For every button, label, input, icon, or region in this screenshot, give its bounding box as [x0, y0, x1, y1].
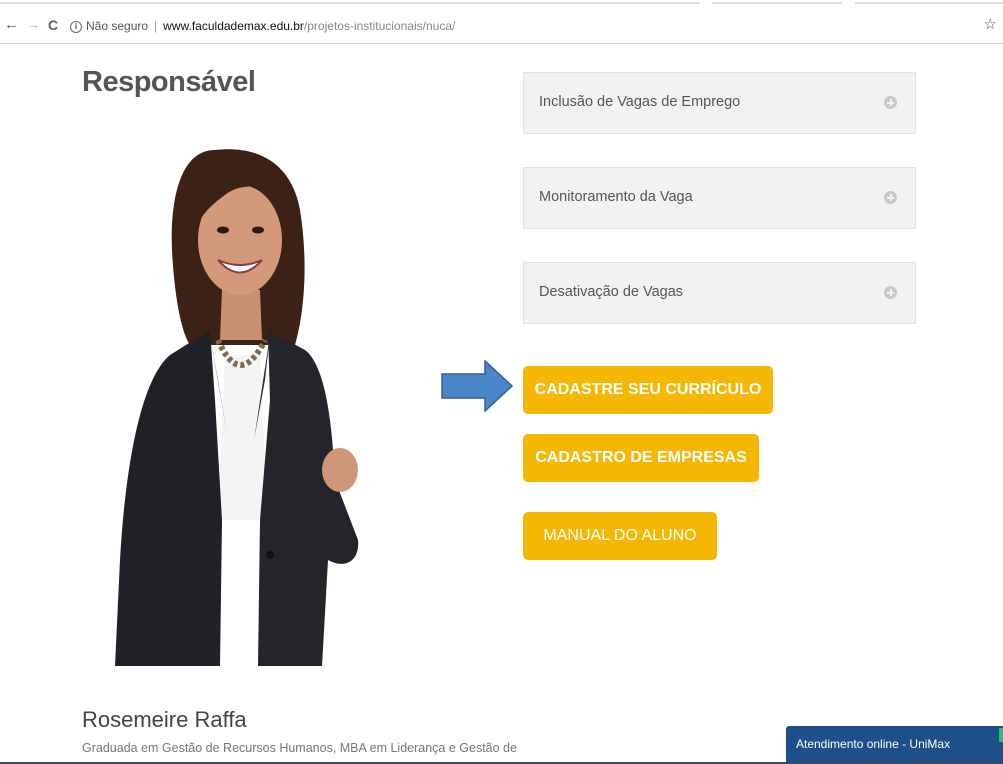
- tab-strip-divider: [855, 2, 1003, 4]
- info-icon[interactable]: i: [70, 20, 82, 33]
- portrait-photo: [115, 149, 359, 666]
- security-status: Não seguro: [86, 19, 149, 33]
- accordion-item-desativacao[interactable]: Desativação de Vagas: [523, 262, 916, 324]
- person-description: Graduada em Gestão de Recursos Humanos, …: [82, 741, 517, 755]
- accordion-item-label: Desativação de Vagas: [539, 284, 684, 300]
- address-bar[interactable]: i Não seguro | www.faculdademax.edu.br/proj…: [70, 15, 520, 37]
- address-separator: |: [154, 19, 158, 33]
- accordion-item-label: Monitoramento da Vaga: [539, 189, 693, 205]
- accordion-item-inclusao[interactable]: Inclusão de Vagas de Emprego: [523, 72, 916, 134]
- accordion-item-label: Inclusão de Vagas de Emprego: [539, 94, 741, 110]
- page-title: Responsável: [82, 66, 256, 98]
- plus-icon: [884, 96, 897, 109]
- bookmark-star-icon[interactable]: ☆: [984, 17, 997, 33]
- accordion-item-monitoramento[interactable]: Monitoramento da Vaga: [523, 167, 916, 229]
- person-name: Rosemeire Raffa: [82, 707, 247, 732]
- back-arrow-icon[interactable]: ←: [4, 16, 19, 34]
- chat-status-indicator: [999, 728, 1003, 742]
- forward-arrow-icon[interactable]: →: [26, 16, 41, 34]
- right-arrow-icon: [441, 360, 513, 412]
- plus-icon: [884, 191, 897, 204]
- reload-icon[interactable]: C: [48, 16, 58, 34]
- plus-icon: [884, 286, 897, 299]
- cadastre-curriculo-button[interactable]: CADASTRE SEU CURRÍCULO: [523, 366, 773, 414]
- cadastro-empresas-button[interactable]: CADASTRO DE EMPRESAS: [523, 434, 759, 482]
- chat-widget[interactable]: Atendimento online - UniMax: [786, 726, 1003, 764]
- url-host: www.faculdademax.edu.br: [163, 19, 304, 33]
- url-path: /projetos-institucionais/nuca/: [303, 19, 456, 33]
- browser-toolbar: ← → C i Não seguro | www.faculdademax.edu.b…: [0, 6, 1003, 44]
- manual-aluno-button[interactable]: MANUAL DO ALUNO: [523, 512, 717, 560]
- tab-strip-divider: [712, 2, 842, 4]
- tab-strip-divider: [0, 2, 700, 4]
